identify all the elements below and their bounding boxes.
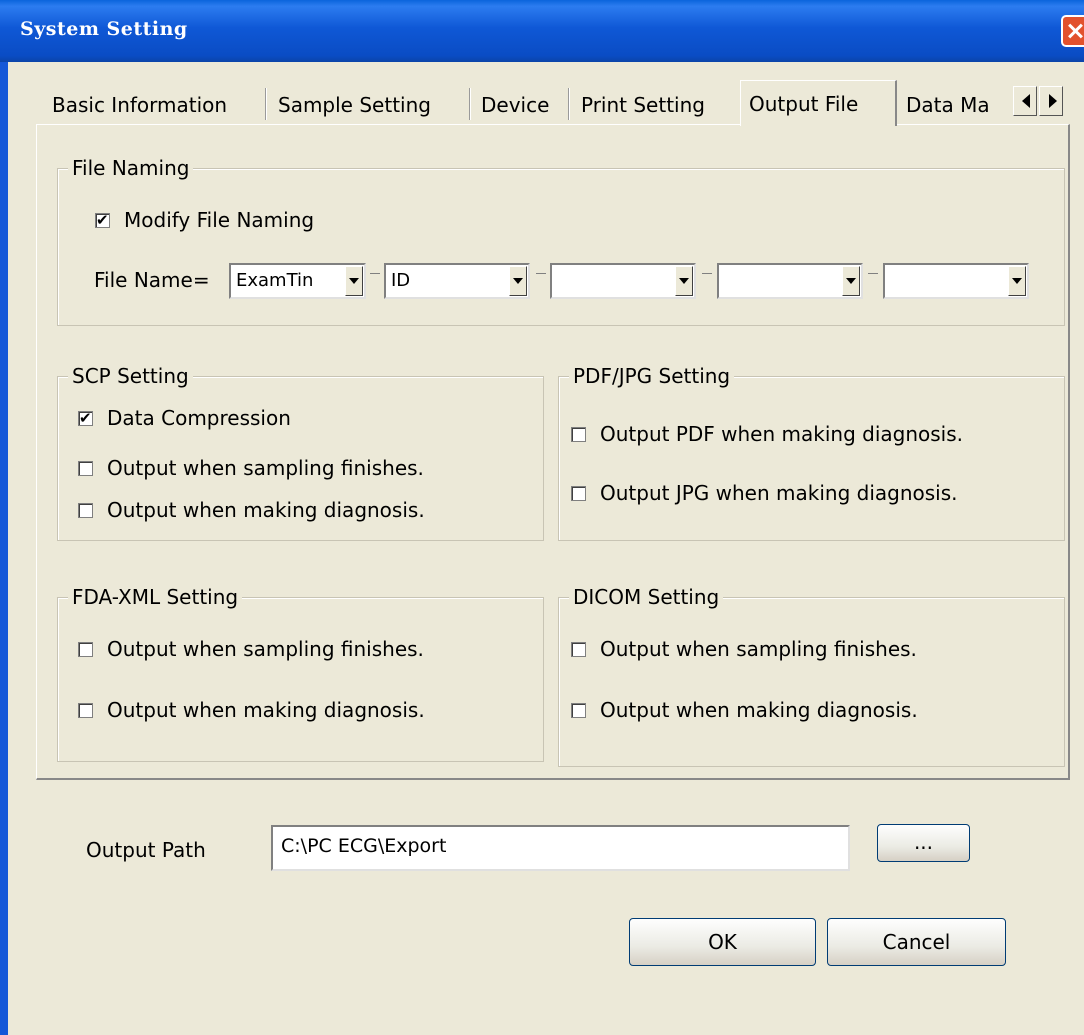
file-naming-legend: File Naming [68,155,194,181]
file-name-field-4-select[interactable] [717,263,863,299]
browse-button[interactable]: ... [877,824,970,862]
scp-output-sampling-label: Output when sampling finishes. [107,456,424,480]
fda-output-sampling-label: Output when sampling finishes. [107,637,424,661]
tab-device[interactable]: Device [473,86,570,124]
output-jpg-checkbox[interactable]: Output JPG when making diagnosis. [571,481,958,505]
tab-sample-setting[interactable]: Sample Setting [270,86,470,124]
checkbox-box[interactable] [78,460,93,476]
scp-setting-legend: SCP Setting [68,363,193,389]
tab-scroll-arrows [1013,86,1063,116]
dicom-setting-group: DICOM Setting [558,584,1065,767]
scp-output-sampling-checkbox[interactable]: Output when sampling finishes. [78,456,424,480]
tab-scroll-left-button[interactable] [1013,86,1037,116]
checkbox-box[interactable] [78,502,93,518]
fda-output-diagnosis-checkbox[interactable]: Output when making diagnosis. [78,698,425,722]
output-path-label: Output Path [86,838,206,862]
file-name-field-3-select[interactable] [550,263,696,299]
cancel-button[interactable]: Cancel [827,918,1006,966]
tab-print-setting[interactable]: Print Setting [573,86,741,124]
chevron-down-icon[interactable] [842,266,860,296]
pdf-jpg-setting-group: PDF/JPG Setting [558,363,1065,541]
checkbox-box[interactable] [95,209,110,231]
separator-dash [370,273,380,277]
chevron-down-icon[interactable] [1008,266,1026,296]
dicom-output-diagnosis-checkbox[interactable]: Output when making diagnosis. [571,698,918,722]
tab-scroll-right-button[interactable] [1039,86,1063,116]
tab-separator [469,88,471,120]
separator-dash [702,273,712,277]
modify-file-naming-label: Modify File Naming [124,208,315,232]
tab-separator [265,88,267,120]
tab-output-file[interactable]: Output File [740,80,897,126]
dicom-output-diagnosis-label: Output when making diagnosis. [600,698,918,722]
dicom-output-sampling-checkbox[interactable]: Output when sampling finishes. [571,637,917,661]
fda-output-sampling-checkbox[interactable]: Output when sampling finishes. [78,637,424,661]
scp-data-compression-label: Data Compression [107,406,291,430]
close-button[interactable] [1061,15,1084,47]
scp-data-compression-checkbox[interactable]: Data Compression [78,406,291,430]
checkbox-box[interactable] [571,641,586,657]
scp-output-diagnosis-label: Output when making diagnosis. [107,498,425,522]
separator-dash [536,273,546,277]
output-path-input[interactable]: C:\PC ECG\Export [271,825,850,871]
separator-dash [868,273,878,277]
window-title: System Setting [20,18,188,40]
output-jpg-label: Output JPG when making diagnosis. [600,481,958,505]
checkbox-box[interactable] [78,702,93,718]
ok-button[interactable]: OK [629,918,816,966]
chevron-down-icon[interactable] [509,266,527,296]
file-name-label: File Name= [94,268,210,292]
checkbox-box[interactable] [571,485,586,501]
window-frame [0,62,8,1035]
file-name-field-1-select[interactable]: ExamTin [229,263,366,299]
combo-value: ExamTin [236,270,314,291]
chevron-down-icon[interactable] [345,266,363,296]
checkbox-box[interactable] [571,702,586,718]
checkbox-box[interactable] [571,426,586,442]
dicom-output-sampling-label: Output when sampling finishes. [600,637,917,661]
checkbox-box[interactable] [78,407,93,429]
file-name-field-5-select[interactable] [883,263,1029,299]
fda-xml-setting-legend: FDA-XML Setting [68,584,243,610]
output-pdf-checkbox[interactable]: Output PDF when making diagnosis. [571,422,963,446]
file-name-field-2-select[interactable]: ID [384,263,530,299]
combo-value: ID [391,270,411,291]
fda-output-diagnosis-label: Output when making diagnosis. [107,698,425,722]
checkbox-box[interactable] [78,641,93,657]
fda-xml-setting-group: FDA-XML Setting [57,584,544,762]
title-bar[interactable]: System Setting [0,0,1084,62]
output-pdf-label: Output PDF when making diagnosis. [600,422,963,446]
pdf-jpg-setting-legend: PDF/JPG Setting [569,363,735,389]
tab-separator [568,88,570,120]
modify-file-naming-checkbox[interactable]: Modify File Naming [95,208,314,232]
tab-data-management[interactable]: Data Ma [898,86,1014,124]
tab-basic-information[interactable]: Basic Information [44,86,266,124]
scp-output-diagnosis-checkbox[interactable]: Output when making diagnosis. [78,498,425,522]
file-naming-group: File Naming [57,155,1065,326]
dicom-setting-legend: DICOM Setting [569,584,724,610]
chevron-down-icon[interactable] [675,266,693,296]
